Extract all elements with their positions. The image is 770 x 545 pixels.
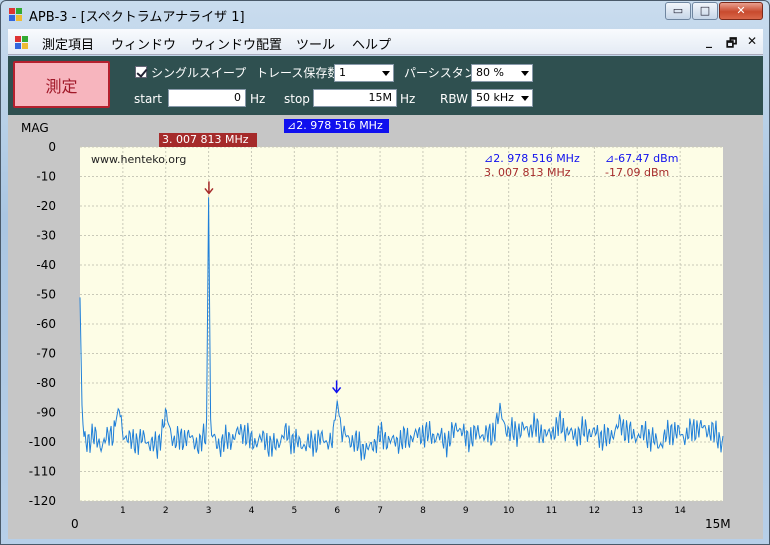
watermark-text: www.henteko.org	[91, 153, 187, 166]
y-tick-label: -60	[36, 317, 56, 331]
maximize-button[interactable]: □	[692, 2, 718, 20]
stop-unit: Hz	[400, 92, 416, 106]
menu-window[interactable]: ウィンドウ	[111, 34, 176, 53]
chevron-down-icon	[382, 71, 390, 76]
x-tick-label: 8	[420, 506, 426, 516]
x-start-label: 0	[71, 517, 79, 531]
y-tick-label: -70	[36, 347, 56, 361]
chevron-down-icon	[521, 71, 529, 76]
marker1-freq-box[interactable]: 3. 007 813 MHz	[159, 133, 257, 147]
x-tick-label: 11	[546, 506, 557, 516]
y-tick-label: -40	[36, 258, 56, 272]
stop-label: stop	[284, 92, 310, 106]
marker1-level-readout: -17.09 dBm	[605, 166, 670, 179]
start-freq-input[interactable]: 0	[168, 89, 246, 107]
x-tick-label: 4	[249, 506, 255, 516]
x-tick-label: 10	[503, 506, 515, 516]
mdi-restore-button[interactable]: 🗗	[726, 34, 737, 55]
y-tick-label: -10	[36, 170, 56, 184]
chevron-down-icon	[521, 96, 529, 101]
menu-bar: 測定項目 ウィンドウ ウィンドウ配置 ツール ヘルプ _ 🗗 ✕	[8, 29, 763, 55]
start-label: start	[134, 92, 162, 106]
x-tick-label: 14	[674, 506, 686, 516]
delta-freq-readout: ⊿2. 978 516 MHz	[484, 152, 580, 165]
x-tick-label: 3	[206, 506, 212, 516]
x-tick-label: 1	[120, 506, 126, 516]
start-unit: Hz	[250, 92, 266, 106]
delta-level-readout: ⊿-67.47 dBm	[605, 152, 679, 165]
window-title: APB-3 - [スペクトラムアナライザ 1]	[29, 10, 245, 25]
menu-tools[interactable]: ツール	[296, 34, 335, 53]
x-tick-label: 5	[291, 506, 297, 516]
mdi-minimize-button[interactable]: _	[706, 34, 712, 48]
single-sweep-label: シングルスイープ	[151, 66, 247, 80]
x-tick-label: 7	[377, 506, 383, 516]
y-tick-label: -50	[36, 288, 56, 302]
marker1-freq-readout: 3. 007 813 MHz	[484, 166, 571, 179]
menu-window-layout[interactable]: ウィンドウ配置	[191, 34, 282, 53]
x-tick-label: 12	[589, 506, 600, 516]
trace-hold-label: トレース保存数	[256, 66, 340, 80]
single-sweep-checkbox[interactable]	[135, 66, 147, 78]
y-tick-label: -30	[36, 229, 56, 243]
persistence-value: 80 %	[476, 66, 504, 79]
y-tick-label: -90	[36, 406, 56, 420]
trace-hold-value: 1	[339, 66, 346, 79]
rbw-select[interactable]: 50 kHz	[471, 89, 533, 107]
document-icon[interactable]	[15, 36, 29, 50]
app-icon[interactable]	[9, 8, 23, 22]
x-tick-label: 13	[632, 506, 643, 516]
spectrum-panel: 0 -10 -20 -30 -40 -50 -60 -70 -80 -90 -100 -110 -120…	[8, 115, 763, 539]
y-axis-label: MAG	[21, 121, 49, 135]
y-tick-label: -120	[29, 494, 56, 508]
rbw-label: RBW	[440, 92, 469, 106]
x-end-label: 15M	[705, 517, 731, 531]
y-tick-label: -80	[36, 376, 56, 390]
y-tick-label: 0	[48, 140, 56, 154]
control-toolbar: 測定 シングルスイープ トレース保存数 1 パーシスタンス 80 % start…	[8, 56, 763, 115]
measure-button[interactable]: 測定	[13, 61, 110, 108]
x-tick-label: 6	[334, 506, 340, 516]
trace-hold-select[interactable]: 1	[334, 64, 394, 82]
persistence-select[interactable]: 80 %	[471, 64, 533, 82]
minimize-button[interactable]: ▭	[665, 2, 691, 20]
y-tick-label: -20	[36, 199, 56, 213]
rbw-value: 50 kHz	[476, 91, 514, 104]
close-button[interactable]: ✕	[719, 2, 763, 20]
y-tick-label: -100	[29, 435, 56, 449]
title-bar[interactable]: APB-3 - [スペクトラムアナライザ 1] ▭ □ ✕	[1, 1, 769, 29]
marker2-delta-box[interactable]: ⊿2. 978 516 MHz	[284, 119, 389, 133]
x-tick-label: 9	[463, 506, 469, 516]
app-window: APB-3 - [スペクトラムアナライザ 1] ▭ □ ✕ 測定項目 ウィンドウ…	[0, 0, 770, 545]
menu-help[interactable]: ヘルプ	[352, 34, 391, 53]
stop-freq-input[interactable]: 15M	[313, 89, 397, 107]
y-tick-label: -110	[29, 465, 56, 479]
menu-measure-items[interactable]: 測定項目	[42, 34, 94, 53]
mdi-close-button[interactable]: ✕	[747, 34, 757, 48]
x-tick-label: 2	[163, 506, 169, 516]
